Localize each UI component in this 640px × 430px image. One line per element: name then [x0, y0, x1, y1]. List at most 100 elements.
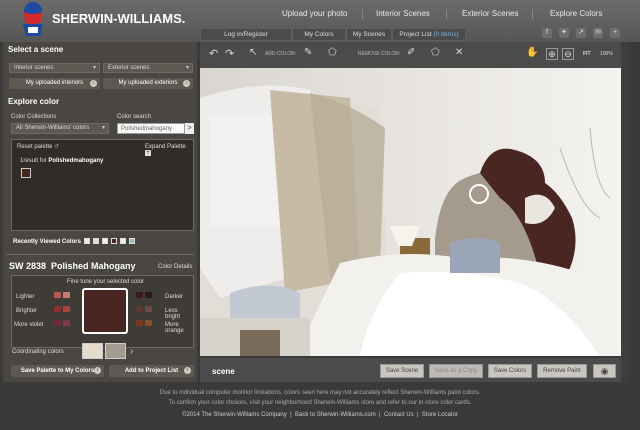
nav-exterior-scenes[interactable]: Exterior Scenes [462, 9, 518, 18]
less-bright-label: Less bright [165, 308, 181, 320]
my-uploaded-exteriors-button[interactable]: My uploaded exteriors › [103, 78, 193, 89]
selected-color-swatch [82, 288, 128, 334]
expand-palette-label: Expand Palette [145, 144, 186, 150]
brush-icon[interactable]: ✎ [304, 47, 312, 58]
result-color-swatch[interactable] [21, 168, 31, 178]
chevron-down-icon: ▾ [92, 65, 96, 71]
left-panel: Select a scene Interior scenes ▾ Exterior… [3, 42, 197, 382]
fine-tune-chip[interactable] [145, 320, 152, 326]
add-project-label: Add to Project List [124, 368, 179, 374]
fine-tune-chip[interactable] [136, 292, 143, 298]
add-color-label: ADD COLOR: [265, 51, 297, 57]
recent-color-swatch[interactable] [120, 238, 126, 244]
top-header: SHERWIN-WILLIAMS. Upload your photo Inte… [0, 0, 640, 42]
room-scene-canvas[interactable] [200, 68, 621, 356]
search-result-text: 1result for Polishedmahogany [20, 158, 103, 164]
redo-icon[interactable]: ↷ [225, 47, 234, 60]
recent-color-swatch[interactable] [93, 238, 99, 244]
color-details-link[interactable]: Color Details [158, 264, 192, 270]
save-colors-button[interactable]: Save Colors [488, 364, 532, 378]
fine-tune-chip[interactable] [54, 306, 61, 312]
arrow-right-icon: › [94, 367, 101, 374]
footer-link-back[interactable]: Back to Sherwin-Williams.com [295, 412, 376, 418]
zoom-out-icon[interactable]: ⊖ [562, 48, 574, 60]
chevron-down-icon: ▾ [185, 65, 189, 71]
logo-icon[interactable] [20, 2, 46, 38]
arrow-right-icon: › [90, 80, 97, 87]
exterior-scenes-dropdown[interactable]: Exterior scenes ▾ [103, 63, 193, 73]
chevron-right-icon[interactable]: › [130, 346, 133, 357]
fit-button[interactable]: FIT [583, 51, 591, 57]
exterior-scenes-value: Exterior scenes [108, 65, 150, 71]
nav-upload-photo[interactable]: Upload your photo [282, 9, 347, 18]
footer-link-store-locator[interactable]: Store Locator [422, 412, 458, 418]
save-palette-button[interactable]: Save Palette to My Colors › [11, 365, 104, 377]
footer-links: ©2014 The Sherwin-Williams Company | Bac… [0, 412, 640, 418]
pointer-icon[interactable]: ↖ [249, 47, 257, 58]
color-code: SW 2838 [9, 261, 47, 271]
my-uploaded-interiors-button[interactable]: My uploaded interiors › [9, 78, 100, 89]
coordinating-swatch[interactable] [105, 343, 126, 359]
recent-color-swatch[interactable] [111, 238, 117, 244]
preview-eye-icon[interactable]: ◉ [593, 364, 616, 378]
remove-color-label: REMOVE COLOR: [358, 51, 401, 57]
page-scrollbar[interactable] [621, 42, 629, 382]
fine-tune-chip[interactable] [145, 306, 152, 312]
tab-project-list-label: Project List [399, 31, 432, 38]
project-item-count: (0 items) [433, 31, 459, 38]
fine-tune-chip[interactable] [54, 320, 61, 326]
pan-hand-icon[interactable]: ✋ [526, 47, 538, 58]
reset-palette-label: Reset palette [17, 144, 53, 150]
facebook-icon[interactable]: f [542, 28, 552, 38]
color-search-label: Color search [117, 114, 152, 120]
interior-scenes-dropdown[interactable]: Interior scenes ▾ [9, 63, 100, 73]
tab-my-colors[interactable]: My Colors [292, 28, 346, 41]
zoom-in-icon[interactable]: ⊕ [546, 48, 558, 60]
plus-icon: + [145, 150, 151, 156]
fine-tune-panel: Fine tune your selected color Lighter Br… [11, 275, 194, 348]
recent-color-swatch[interactable] [129, 238, 135, 244]
eraser-icon[interactable]: ✐ [407, 47, 415, 58]
footer-separator: | [416, 412, 419, 418]
share-icon[interactable]: ↗ [576, 28, 586, 38]
lasso-add-icon[interactable]: ⬠ [328, 47, 337, 58]
footer-disclaimer-line1: Due to individual computer monitor limit… [159, 390, 481, 396]
remove-paint-button[interactable]: Remove Paint [537, 364, 587, 378]
recent-color-swatch[interactable] [102, 238, 108, 244]
fine-tune-chip[interactable] [63, 306, 70, 312]
nav-interior-scenes[interactable]: Interior Scenes [376, 9, 430, 18]
lasso-remove-icon[interactable]: ⬠ [431, 47, 440, 58]
select-scene-heading: Select a scene [8, 45, 64, 54]
expand-palette-button[interactable]: Expand Palette + [145, 144, 193, 156]
email-icon[interactable]: ✉ [593, 28, 603, 38]
tab-project-list[interactable]: Project List (0 items) [392, 28, 466, 41]
result-term: Polishedmahogany [48, 158, 104, 164]
color-collections-dropdown[interactable]: All Sherwin-Williams' colors ▾ [11, 123, 109, 134]
fine-tune-chip[interactable] [136, 306, 143, 312]
reset-palette-button[interactable]: Reset palette ↺ [17, 143, 59, 150]
fine-tune-chip[interactable] [63, 292, 70, 298]
fine-tune-chip[interactable] [145, 292, 152, 298]
tab-login-register[interactable]: Log in/Register [200, 28, 292, 41]
fine-tune-chip[interactable] [136, 320, 143, 326]
recent-color-swatch[interactable] [84, 238, 90, 244]
save-scene-button[interactable]: Save Scene [380, 364, 424, 378]
more-violet-label: More violet [14, 322, 44, 328]
add-share-icon[interactable]: + [610, 28, 620, 38]
coordinating-swatch[interactable] [82, 343, 103, 359]
footer-link-contact[interactable]: Contact Us [384, 412, 414, 418]
delete-icon[interactable]: ✕ [455, 47, 463, 58]
twitter-icon[interactable]: ✦ [559, 28, 569, 38]
brand-logo-text[interactable]: SHERWIN-WILLIAMS. [52, 11, 185, 26]
save-as-copy-button[interactable]: Save as a Copy [429, 364, 483, 378]
undo-icon[interactable]: ↶ [209, 47, 218, 60]
fine-tune-label: Fine tune your selected color [67, 279, 145, 285]
search-go-button[interactable]: > [185, 123, 194, 134]
nav-explore-colors[interactable]: Explore Colors [550, 9, 602, 18]
add-project-list-button[interactable]: Add to Project List › [109, 365, 194, 377]
tab-my-scenes[interactable]: My Scenes [346, 28, 392, 41]
footer-disclaimer-line2: To confirm your color choices, visit you… [168, 400, 472, 406]
fine-tune-chip[interactable] [54, 292, 61, 298]
fine-tune-chip[interactable] [63, 320, 70, 326]
color-search-input[interactable]: Polishedmahogany [117, 123, 185, 134]
